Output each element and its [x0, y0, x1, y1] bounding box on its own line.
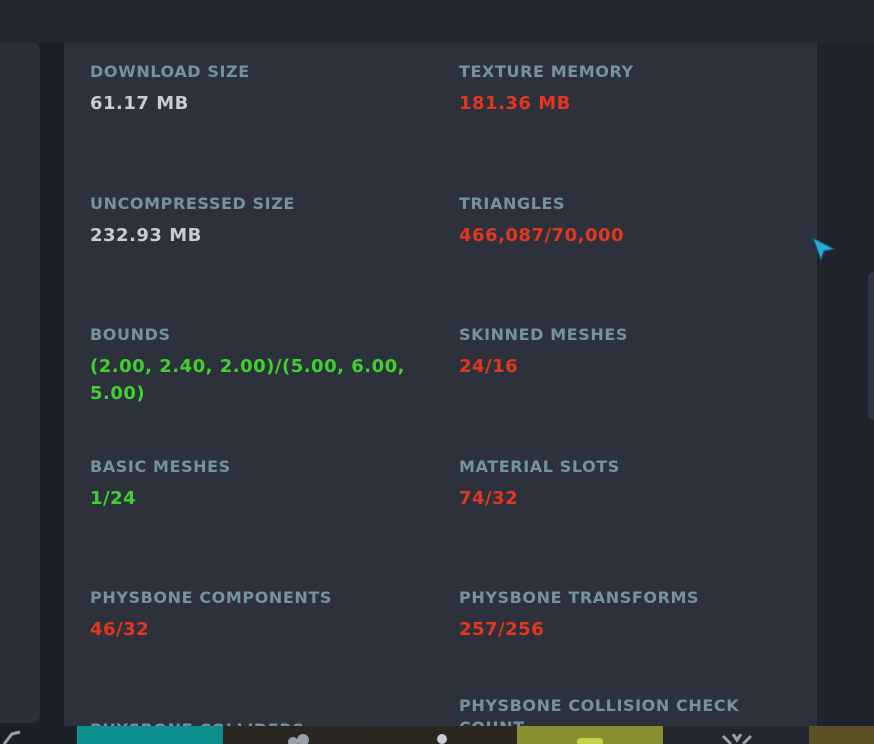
stat-label: UNCOMPRESSED SIZE [90, 194, 295, 213]
stat-value: 1/24 [90, 488, 137, 509]
stat-physbone-collision-check-count: PHYSBONE COLLISION CHECK COUNT [459, 695, 789, 728]
stat-label: SKINNED MESHES [459, 325, 629, 344]
performance-stats-panel: DOWNLOAD SIZE 61.17 MB TEXTURE MEMORY 18… [64, 43, 817, 728]
stat-label: BOUNDS [90, 325, 171, 344]
scrollbar-thumb[interactable] [868, 272, 874, 420]
taskbar-tab[interactable] [0, 726, 77, 744]
profile-icon [437, 734, 447, 744]
left-panel [0, 43, 40, 723]
taskbar-tab[interactable] [369, 726, 517, 744]
stat-label: DOWNLOAD SIZE [90, 62, 250, 81]
stat-texture-memory: TEXTURE MEMORY 181.36 MB [459, 61, 789, 117]
stat-label: PHYSBONE COMPONENTS [90, 588, 333, 607]
stat-value: 232.93 MB [90, 225, 202, 246]
taskbar-tab-active[interactable] [77, 726, 223, 744]
stat-label: PHYSBONE TRANSFORMS [459, 588, 700, 607]
stat-value: 257/256 [459, 619, 545, 640]
stat-label: BASIC MESHES [90, 457, 231, 476]
stat-uncompressed-size: UNCOMPRESSED SIZE 232.93 MB [90, 193, 420, 249]
stat-label: TRIANGLES [459, 194, 566, 213]
stat-physbone-components: PHYSBONE COMPONENTS 46/32 [90, 587, 420, 643]
stat-value: 61.17 MB [90, 93, 189, 114]
stat-value: 24/16 [459, 356, 519, 377]
avatar-icon [577, 738, 603, 744]
stat-value: 466,087/70,000 [459, 225, 625, 246]
launch-icon [2, 730, 21, 744]
stat-label: MATERIAL SLOTS [459, 457, 620, 476]
stat-basic-meshes: BASIC MESHES 1/24 [90, 456, 420, 512]
bottom-taskbar [0, 726, 874, 744]
taskbar-tab[interactable] [223, 726, 369, 744]
stat-skinned-meshes: SKINNED MESHES 24/16 [459, 324, 789, 380]
social-icon [288, 734, 309, 744]
stat-value: (2.00, 2.40, 2.00)/(5.00, 6.00, 5.00) [90, 356, 405, 404]
stat-label: PHYSBONE COLLISION CHECK COUNT [459, 696, 740, 728]
pointer-cursor-icon [812, 237, 835, 261]
stat-triangles: TRIANGLES 466,087/70,000 [459, 193, 789, 249]
stat-label: TEXTURE MEMORY [459, 62, 634, 81]
panel-gap [40, 43, 64, 728]
taskbar-tab[interactable] [517, 726, 663, 744]
stat-bounds: BOUNDS (2.00, 2.40, 2.00)/(5.00, 6.00, 5… [90, 324, 410, 407]
stat-download-size: DOWNLOAD SIZE 61.17 MB [90, 61, 420, 117]
stat-value: 74/32 [459, 488, 519, 509]
stat-material-slots: MATERIAL SLOTS 74/32 [459, 456, 789, 512]
stat-physbone-transforms: PHYSBONE TRANSFORMS 257/256 [459, 587, 789, 643]
taskbar-tab[interactable] [663, 726, 809, 744]
right-side-strip [817, 43, 874, 728]
world-icon [721, 734, 753, 744]
stat-value: 181.36 MB [459, 93, 571, 114]
top-bar [0, 0, 874, 44]
stat-value: 46/32 [90, 619, 150, 640]
taskbar-tab[interactable] [809, 726, 874, 744]
